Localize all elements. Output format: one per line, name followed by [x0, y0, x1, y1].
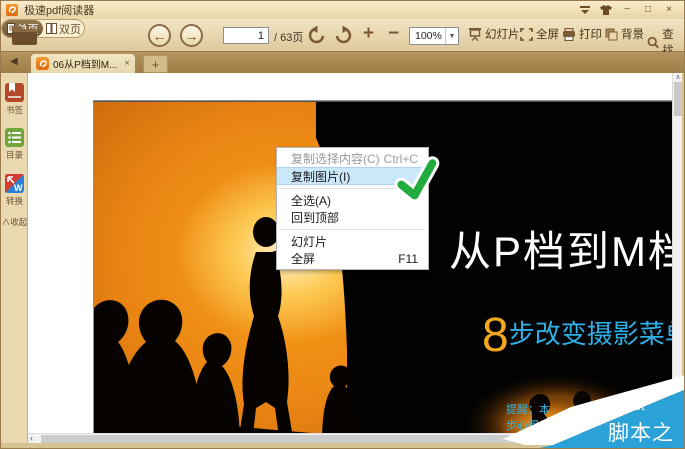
menu-item-label: 复制选择内容(C) — [291, 152, 380, 166]
window-title: 极速pdf阅读器 — [24, 5, 95, 17]
menu-item-shortcut: F11 — [398, 251, 418, 266]
site-watermark: jb51.net 脚本之家 — [491, 373, 684, 448]
tab-document[interactable]: 06从P档到M... × — [31, 54, 135, 73]
double-page-button[interactable]: 双页 — [43, 20, 84, 37]
menu-item-label: 幻灯片 — [291, 235, 328, 249]
fullscreen-label: 全屏 — [536, 29, 559, 41]
menu-item-slideshow[interactable]: 幻灯片 — [277, 233, 428, 250]
minimize-icon[interactable]: − — [620, 3, 634, 16]
search-icon — [647, 36, 660, 48]
sidebar-collapse-arrow-icon[interactable]: ◀ — [10, 56, 18, 67]
page-total-label: / 63页 — [274, 32, 304, 44]
zoom-level-value: 100% — [415, 30, 442, 42]
toolbar: 单页 双页 ← → / 63页 + − 100% ▼ 幻灯片 — [1, 19, 684, 57]
convert-icon: W — [5, 174, 24, 193]
fullscreen-button[interactable]: 全屏 — [520, 26, 559, 42]
menu-item-back-to-top[interactable]: 回到顶部 — [277, 209, 428, 226]
rotate-left-button[interactable] — [307, 25, 327, 50]
sidebar-item-label: 书签 — [5, 105, 23, 115]
rotate-right-icon — [335, 25, 352, 44]
page-number-input[interactable] — [223, 27, 269, 44]
background-button[interactable]: 背景 — [605, 26, 644, 42]
slideshow-label: 幻灯片 — [485, 29, 520, 41]
maximize-icon[interactable]: □ — [641, 3, 655, 16]
forward-button[interactable]: → — [180, 24, 203, 47]
slide-subtitle-number: 8 — [482, 309, 509, 362]
menu-item-label: 全屏 — [291, 252, 316, 266]
slideshow-icon — [469, 28, 481, 41]
menu-item-fullscreen[interactable]: 全屏 F11 — [277, 250, 428, 267]
background-icon — [605, 28, 618, 40]
double-page-icon — [46, 23, 57, 34]
background-label: 背景 — [621, 29, 644, 41]
double-page-label: 双页 — [59, 23, 81, 36]
back-button[interactable]: ← — [148, 24, 171, 47]
tab-bar: ◀ 06从P档到M... × + — [1, 52, 684, 73]
sidebar-collapse-button[interactable]: ∧收起 — [1, 216, 28, 228]
rotate-right-button[interactable] — [333, 25, 353, 50]
main-menu-icon[interactable] — [578, 3, 592, 16]
sidebar-item-label: 目录 — [5, 150, 23, 160]
zoom-level-select[interactable]: 100% ▼ — [409, 27, 459, 45]
folder-open-icon — [12, 26, 37, 45]
zoom-out-button[interactable]: − — [388, 23, 399, 45]
chevron-left-icon[interactable]: ‹ — [30, 434, 33, 443]
open-file-button[interactable] — [10, 23, 39, 47]
watermark-site-url: jb51.net — [600, 399, 645, 413]
title-bar: 极速pdf阅读器 − □ × — [1, 1, 684, 19]
sidebar-item-bookmark[interactable]: 书签 — [1, 82, 28, 116]
menu-separator — [279, 229, 426, 230]
app-logo-icon — [6, 4, 18, 16]
rotate-left-icon — [308, 25, 325, 44]
forward-icon: → — [184, 27, 199, 44]
print-icon — [563, 27, 575, 41]
print-button[interactable]: 打印 — [562, 26, 602, 42]
menu-item-label: 复制图片(I) — [291, 169, 351, 184]
slide-title: 从P档到M档 — [449, 228, 673, 275]
tab-label: 06从P档到M... — [53, 60, 118, 71]
menu-item-label: 回到顶部 — [291, 211, 340, 225]
check-icon — [392, 156, 442, 209]
fullscreen-icon — [520, 27, 533, 41]
chevron-down-icon: ▼ — [445, 28, 458, 44]
back-icon: ← — [152, 27, 167, 44]
print-label: 打印 — [579, 29, 602, 41]
app-logo-icon — [36, 57, 49, 70]
slide-subtitle-text: 步改变摄影菜单 — [508, 319, 673, 349]
close-icon[interactable]: × — [662, 3, 676, 16]
slideshow-button[interactable]: 幻灯片 — [468, 26, 520, 42]
sidebar-item-label: 转换 — [5, 196, 23, 206]
zoom-in-button[interactable]: + — [363, 23, 374, 45]
slide-subtitle: 8步改变摄影菜单 — [482, 308, 673, 363]
skin-icon[interactable] — [599, 3, 613, 16]
pdf-reader-window: 极速pdf阅读器 − □ × 单页 — [0, 0, 685, 449]
watermark-site-name: 脚本之家 — [608, 422, 674, 445]
sidebar-item-convert[interactable]: W 转换 — [1, 173, 28, 207]
sidebar: 书签 目录 W 转换 ∧收起 — [1, 73, 28, 443]
toc-icon — [5, 128, 24, 147]
menu-item-label: 全选(A) — [291, 194, 331, 208]
tab-close-icon[interactable]: × — [124, 58, 130, 69]
new-tab-button[interactable]: + — [143, 55, 168, 73]
vertical-scroll-thumb[interactable] — [674, 82, 682, 116]
sidebar-item-toc[interactable]: 目录 — [1, 127, 28, 161]
bookmark-icon — [5, 83, 24, 102]
svg-text:W: W — [14, 183, 23, 193]
